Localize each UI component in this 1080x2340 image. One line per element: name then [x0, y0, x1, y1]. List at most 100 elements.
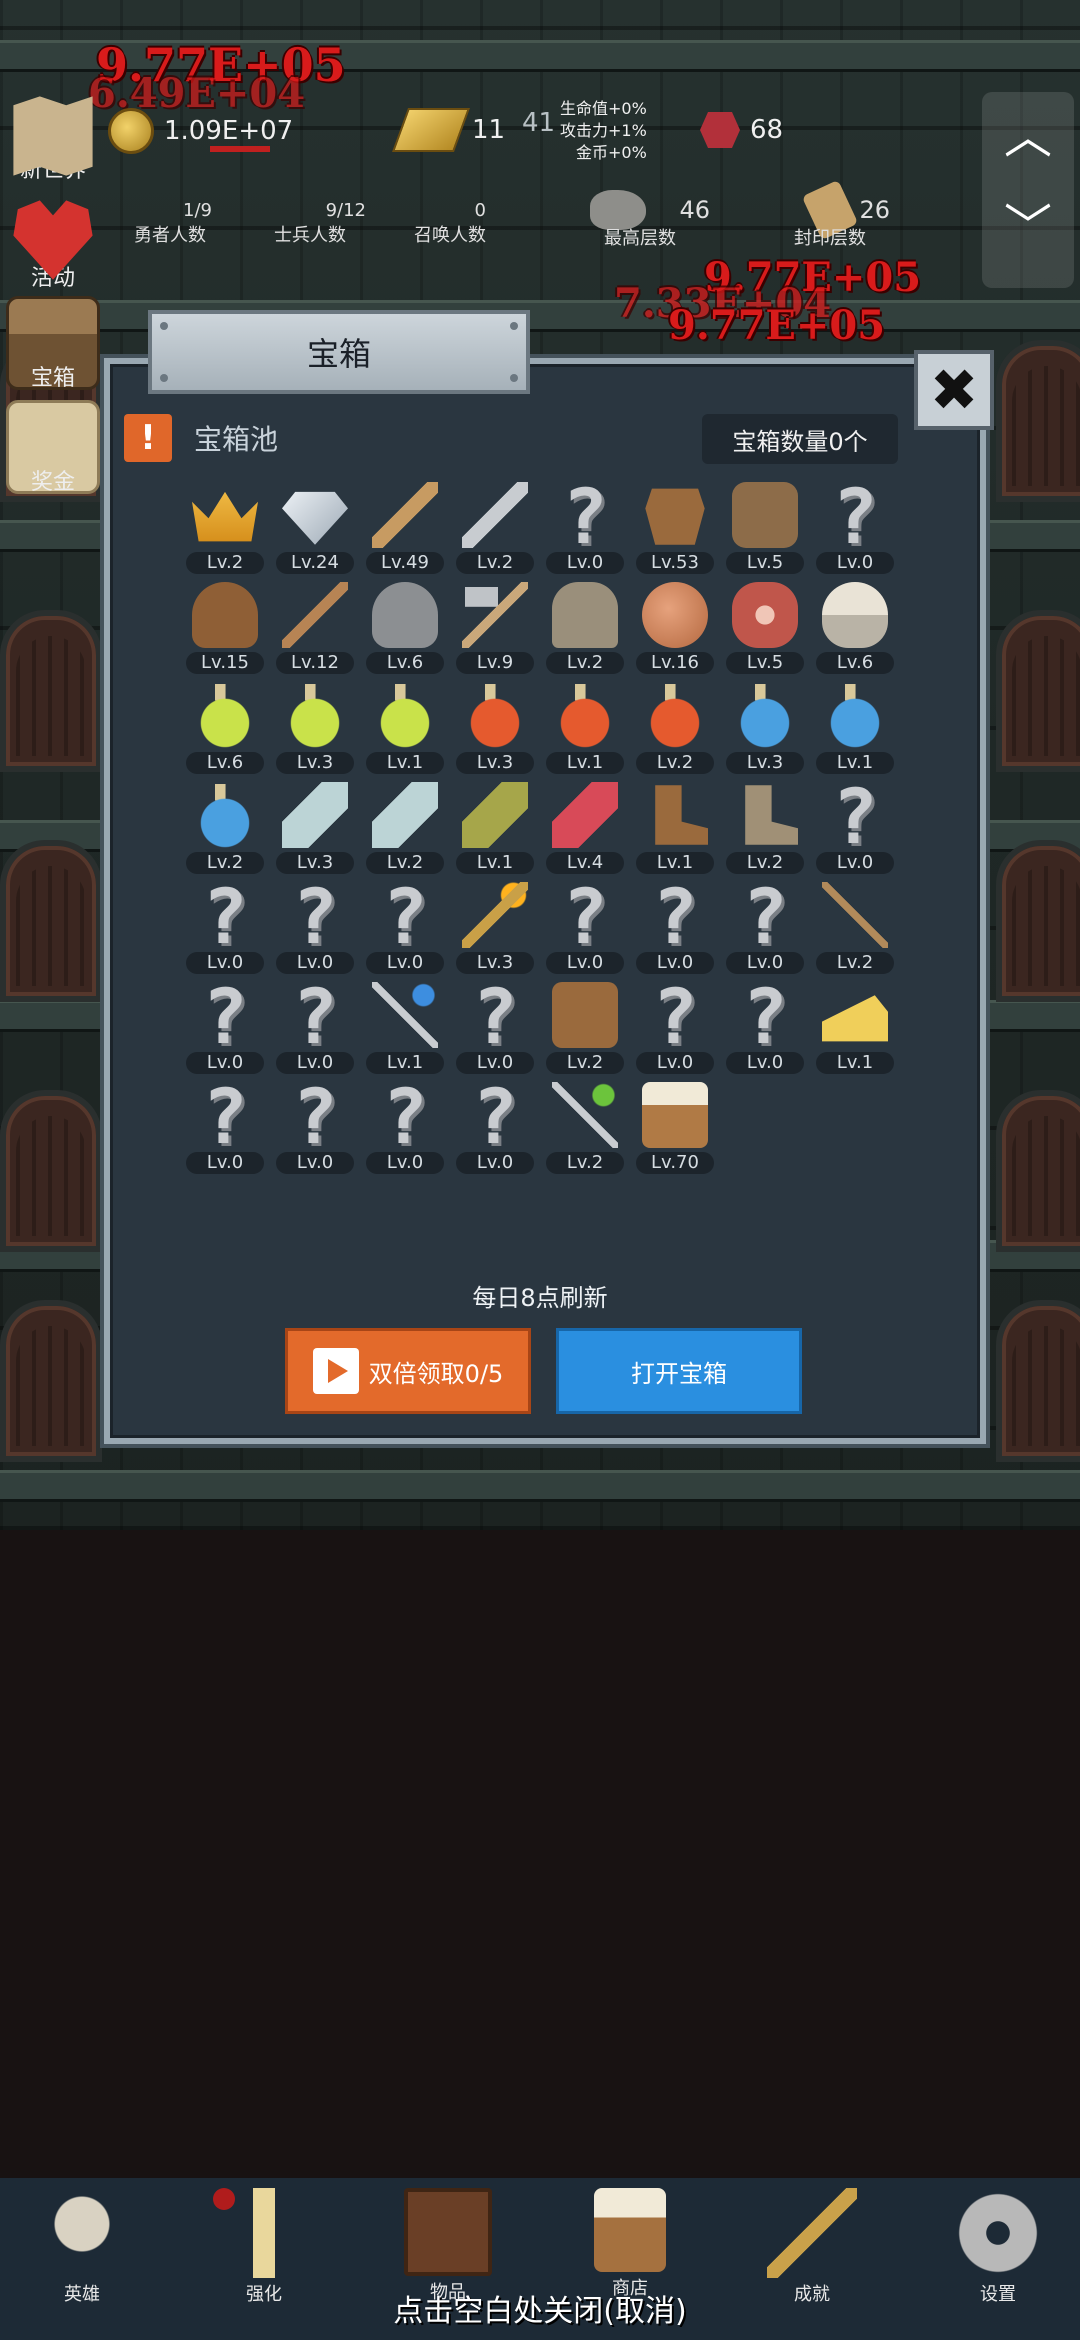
- chest-item-slot[interactable]: ? Lv.0: [182, 879, 268, 976]
- knight-helmet-icon: [552, 582, 618, 648]
- open-chest-button[interactable]: 打开宝箱: [556, 1328, 802, 1414]
- buff-list: 生命值+0% 攻击力+1% 金币+0%: [560, 98, 647, 164]
- summon-count: 0 召唤人数: [400, 200, 500, 247]
- chest-item-slot[interactable]: ? Lv.0: [812, 479, 898, 576]
- chest-item-slot[interactable]: Lv.3: [452, 680, 538, 776]
- chest-item-slot[interactable]: Lv.6: [812, 580, 898, 676]
- chest-item-slot[interactable]: ? Lv.0: [722, 879, 808, 976]
- item-level: Lv.2: [366, 852, 444, 874]
- scroll-down-button[interactable]: ﹀: [982, 182, 1074, 272]
- item-level: Lv.0: [726, 1052, 804, 1074]
- chest-item-slot[interactable]: Lv.6: [182, 680, 268, 776]
- chest-item-slot[interactable]: Lv.6: [362, 580, 448, 676]
- beer-icon: [642, 1082, 708, 1148]
- gold-bar-counter: 11: [391, 108, 505, 152]
- item-level: Lv.2: [546, 1152, 624, 1174]
- chest-item-slot[interactable]: Lv.1: [362, 980, 448, 1076]
- item-level: Lv.5: [726, 652, 804, 674]
- chest-item-slot[interactable]: Lv.5: [722, 480, 808, 576]
- gem-value: 68: [750, 115, 784, 145]
- item-level: Lv.4: [546, 852, 624, 874]
- chest-item-slot[interactable]: Lv.1: [632, 780, 718, 876]
- unknown-icon: ?: [562, 472, 608, 561]
- iron-sword-icon: [462, 482, 528, 548]
- key-icon: [767, 2188, 857, 2278]
- chest-item-slot[interactable]: ? Lv.0: [452, 1079, 538, 1176]
- dungeon-door: [996, 1300, 1080, 1462]
- max-floor-label: 最高层数: [604, 228, 676, 249]
- chest-item-slot[interactable]: Lv.49: [362, 480, 448, 576]
- chest-item-slot[interactable]: Lv.4: [542, 780, 628, 876]
- chest-item-slot[interactable]: Lv.1: [812, 980, 898, 1076]
- item-level: Lv.24: [276, 552, 354, 574]
- scroll-up-button[interactable]: ︿: [982, 92, 1074, 182]
- potion-olive-icon: [462, 782, 528, 848]
- dungeon-door: [0, 1300, 102, 1462]
- side-bonus-button[interactable]: 奖金: [6, 400, 100, 496]
- chest-item-slot[interactable]: ? Lv.0: [182, 979, 268, 1076]
- chest-item-slot[interactable]: ? Lv.0: [632, 979, 718, 1076]
- chest-item-slot[interactable]: ? Lv.0: [722, 979, 808, 1076]
- chest-item-slot[interactable]: Lv.2: [182, 780, 268, 876]
- chest-item-slot[interactable]: Lv.3: [272, 780, 358, 876]
- bowl-icon: [822, 582, 888, 648]
- chest-item-slot[interactable]: Lv.3: [272, 680, 358, 776]
- unknown-icon: ?: [202, 1072, 248, 1161]
- close-hint[interactable]: 点击空白处关闭(取消): [0, 2286, 1080, 2330]
- chest-item-slot[interactable]: ? Lv.0: [362, 1079, 448, 1176]
- unknown-icon: ?: [472, 972, 518, 1061]
- chest-item-slot[interactable]: Lv.2: [362, 780, 448, 876]
- item-level: Lv.0: [546, 952, 624, 974]
- chest-item-slot[interactable]: Lv.2: [722, 780, 808, 876]
- chest-item-slot[interactable]: ? Lv.0: [272, 1079, 358, 1176]
- iron-helmet-icon: [372, 582, 438, 648]
- chest-item-slot[interactable]: Lv.2: [452, 480, 538, 576]
- gold-bar-icon: [391, 108, 471, 152]
- chest-item-slot[interactable]: ? Lv.0: [632, 879, 718, 976]
- side-event-button[interactable]: 活动: [6, 196, 100, 292]
- warning-icon[interactable]: !: [124, 414, 172, 462]
- dungeon-door: [996, 1090, 1080, 1252]
- staff-icon: [822, 882, 888, 948]
- chest-item-slot[interactable]: Lv.16: [632, 580, 718, 676]
- chest-item-slot[interactable]: Lv.15: [182, 580, 268, 676]
- side-chest-button[interactable]: 宝箱: [6, 296, 100, 392]
- nav-shop[interactable]: 商店: [570, 2188, 690, 2300]
- chest-item-slot[interactable]: Lv.5: [722, 580, 808, 676]
- chest-item-slot[interactable]: ? Lv.0: [812, 779, 898, 876]
- item-level: Lv.3: [456, 752, 534, 774]
- chest-item-slot[interactable]: Lv.12: [272, 580, 358, 676]
- double-claim-button[interactable]: 双倍领取0/5: [285, 1328, 531, 1414]
- potion-clear-icon: [372, 782, 438, 848]
- chest-item-slot[interactable]: ? Lv.0: [362, 879, 448, 976]
- chest-item-slot[interactable]: Lv.2: [182, 480, 268, 576]
- chest-item-slot[interactable]: ? Lv.0: [182, 1072, 268, 1176]
- chest-item-slot[interactable]: Lv.9: [452, 580, 538, 676]
- item-level: Lv.1: [546, 752, 624, 774]
- chest-item-slot[interactable]: ? Lv.0: [542, 472, 628, 576]
- soldier-count: 9/12 士兵人数: [250, 200, 370, 247]
- chest-item-slot[interactable]: ? Lv.0: [272, 979, 358, 1076]
- chest-item-slot[interactable]: Lv.53: [632, 480, 718, 576]
- chest-item-slot[interactable]: Lv.3: [452, 880, 538, 976]
- close-button[interactable]: ✖: [914, 350, 994, 430]
- item-level: Lv.0: [366, 1152, 444, 1174]
- chest-item-slot[interactable]: Lv.1: [542, 680, 628, 776]
- side-new-world-button[interactable]: 新世界: [6, 92, 100, 184]
- chest-item-slot[interactable]: Lv.2: [542, 1080, 628, 1176]
- item-level: Lv.70: [636, 1152, 714, 1174]
- chest-item-slot[interactable]: ? Lv.0: [452, 972, 538, 1076]
- chest-item-slot[interactable]: Lv.70: [632, 1080, 718, 1176]
- hammer-icon: [462, 582, 528, 648]
- chest-item-slot[interactable]: ? Lv.0: [542, 879, 628, 976]
- chest-item-slot[interactable]: Lv.1: [452, 780, 538, 876]
- chest-item-slot[interactable]: Lv.2: [542, 580, 628, 676]
- chest-item-slot[interactable]: Lv.2: [542, 980, 628, 1076]
- chest-item-slot[interactable]: ? Lv.0: [272, 879, 358, 976]
- chest-item-slot[interactable]: Lv.2: [632, 680, 718, 776]
- chest-item-slot[interactable]: Lv.1: [362, 680, 448, 776]
- chest-item-slot[interactable]: Lv.24: [272, 480, 358, 576]
- chest-item-slot[interactable]: Lv.1: [812, 680, 898, 776]
- chest-item-slot[interactable]: Lv.3: [722, 680, 808, 776]
- chest-item-slot[interactable]: Lv.2: [812, 880, 898, 976]
